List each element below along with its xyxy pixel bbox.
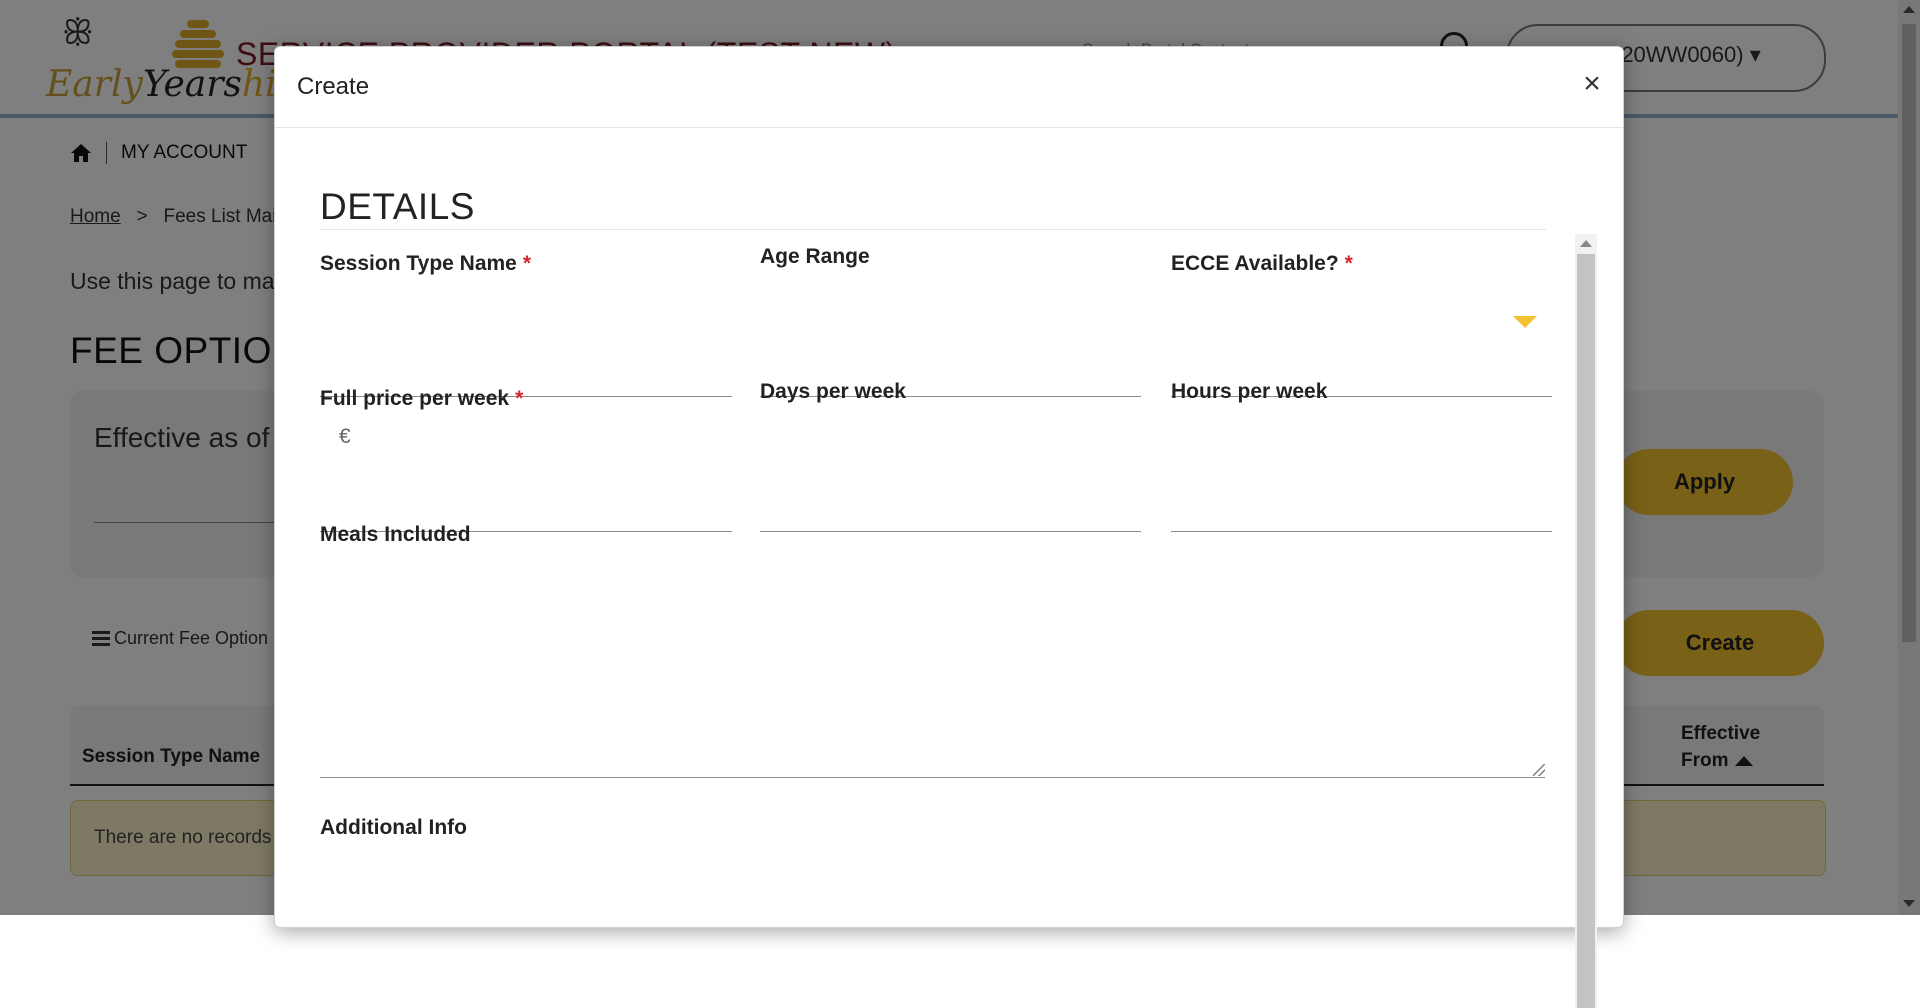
age-range-label: Age Range <box>760 245 870 268</box>
euro-prefix: € <box>339 425 351 448</box>
meals-included-textarea[interactable] <box>320 777 1545 778</box>
additional-info-label: Additional Info <box>320 816 467 839</box>
scroll-up-icon[interactable] <box>1580 240 1592 247</box>
hours-per-week-label: Hours per week <box>1171 380 1328 403</box>
create-modal: Create × DETAILS Session Type Name * Age … <box>274 46 1624 1008</box>
resize-handle-icon[interactable] <box>1533 764 1545 776</box>
details-divider <box>320 229 1546 230</box>
session-type-name-label: Session Type Name * <box>320 252 532 275</box>
modal-title: Create <box>297 73 370 100</box>
full-price-label: Full price per week * <box>320 387 524 410</box>
chevron-down-icon[interactable] <box>1513 316 1537 328</box>
meals-included-label: Meals Included <box>320 523 471 546</box>
days-per-week-label: Days per week <box>760 380 906 403</box>
modal-scrollbar-thumb[interactable] <box>1577 254 1595 1008</box>
hours-per-week-input[interactable] <box>1171 531 1552 532</box>
details-heading: DETAILS <box>320 186 475 227</box>
modal-scrollbar[interactable] <box>1575 234 1597 1008</box>
modal-body: DETAILS Session Type Name * Age Range ECC… <box>275 128 1623 1008</box>
close-icon[interactable]: × <box>1577 69 1607 99</box>
days-per-week-input[interactable] <box>760 531 1141 532</box>
ecce-available-label: ECCE Available? * <box>1171 252 1353 275</box>
